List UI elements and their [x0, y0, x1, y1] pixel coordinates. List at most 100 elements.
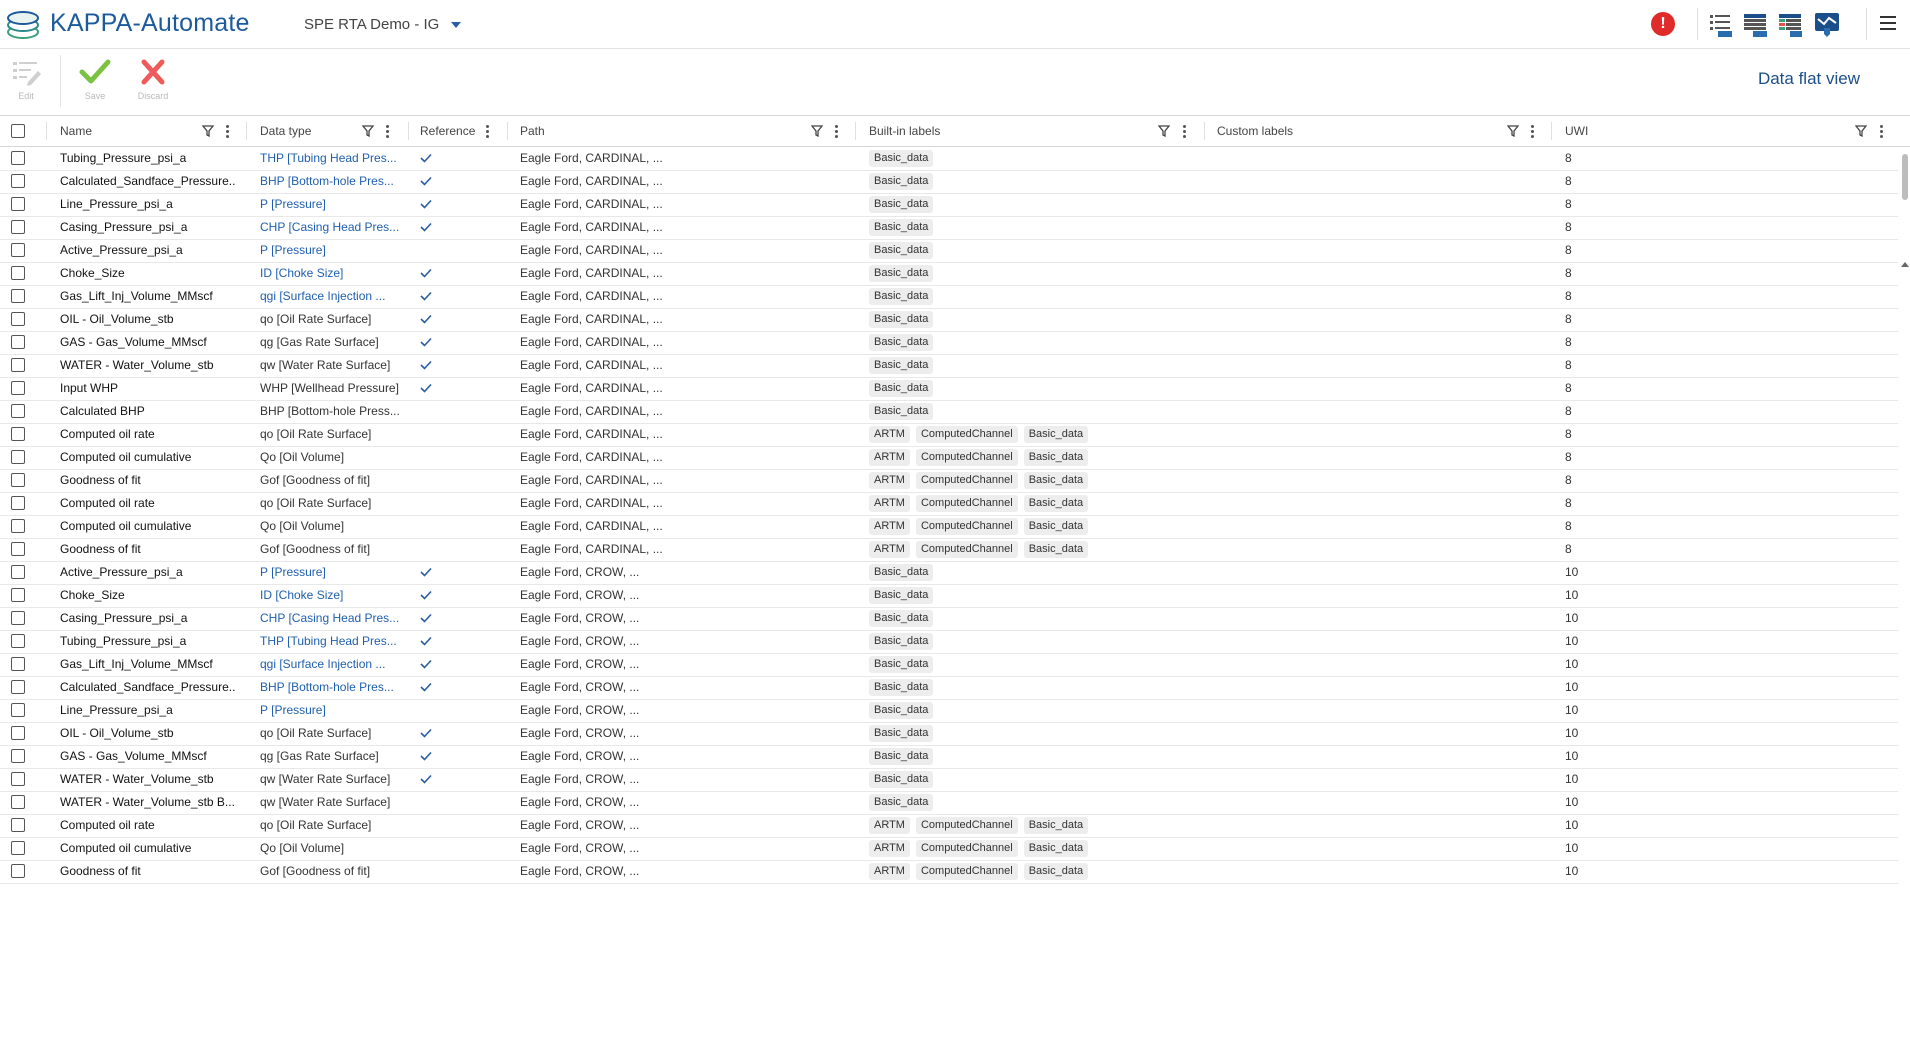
- table-row[interactable]: Computed oil cumulative Qo [Oil Volume] Ea…: [0, 515, 1898, 539]
- table-row[interactable]: Casing_Pressure_psi_a CHP [Casing Head Pr…: [0, 216, 1898, 240]
- row-checkbox[interactable]: [11, 197, 25, 211]
- row-checkbox[interactable]: [11, 289, 25, 303]
- save-button[interactable]: Save: [73, 57, 117, 101]
- row-checkbox[interactable]: [11, 703, 25, 717]
- row-checkbox[interactable]: [11, 657, 25, 671]
- filter-icon[interactable]: [1158, 125, 1170, 137]
- column-header-reference[interactable]: Reference: [420, 116, 475, 146]
- table-row[interactable]: Calculated BHP BHP [Bottom-hole Press... E…: [0, 400, 1898, 424]
- table-row[interactable]: Computed oil rate qo [Oil Rate Surface] Ea…: [0, 492, 1898, 516]
- check-icon: [420, 590, 432, 600]
- alert-icon[interactable]: !: [1651, 12, 1675, 36]
- row-checkbox[interactable]: [11, 496, 25, 510]
- row-checkbox[interactable]: [11, 841, 25, 855]
- table-row[interactable]: Calculated_Sandface_Pressure... BHP [Bott…: [0, 676, 1898, 700]
- row-checkbox[interactable]: [11, 243, 25, 257]
- row-checkbox[interactable]: [11, 450, 25, 464]
- row-checkbox[interactable]: [11, 634, 25, 648]
- table-row[interactable]: Computed oil rate qo [Oil Rate Surface] Ea…: [0, 814, 1898, 838]
- table-row[interactable]: Tubing_Pressure_psi_a THP [Tubing Head Pr…: [0, 147, 1898, 171]
- column-menu-icon[interactable]: [1531, 125, 1535, 138]
- row-checkbox[interactable]: [11, 220, 25, 234]
- table-row[interactable]: Computed oil cumulative Qo [Oil Volume] Ea…: [0, 837, 1898, 861]
- row-checkbox[interactable]: [11, 818, 25, 832]
- row-checkbox[interactable]: [11, 358, 25, 372]
- row-checkbox[interactable]: [11, 266, 25, 280]
- table-row[interactable]: Choke_Size ID [Choke Size] Eagle Ford, CRO…: [0, 584, 1898, 608]
- column-menu-icon[interactable]: [386, 125, 390, 138]
- row-checkbox[interactable]: [11, 174, 25, 188]
- table-row[interactable]: Gas_Lift_Inj_Volume_MMscf qgi [Surface In…: [0, 653, 1898, 677]
- row-checkbox[interactable]: [11, 749, 25, 763]
- table-row[interactable]: WATER - Water_Volume_stb qw [Water Rate S…: [0, 768, 1898, 792]
- select-all-checkbox[interactable]: [11, 124, 25, 138]
- menu-icon[interactable]: [1880, 16, 1896, 30]
- column-header-data-type[interactable]: Data type: [260, 116, 311, 146]
- row-checkbox[interactable]: [11, 680, 25, 694]
- column-menu-icon[interactable]: [1183, 125, 1187, 138]
- data-shield-icon[interactable]: [1814, 10, 1840, 38]
- table-row[interactable]: Computed oil rate qo [Oil Rate Surface] Ea…: [0, 423, 1898, 447]
- row-checkbox[interactable]: [11, 404, 25, 418]
- row-checkbox[interactable]: [11, 726, 25, 740]
- table-row[interactable]: Goodness of fit Gof [Goodness of fit] Eagl…: [0, 469, 1898, 493]
- row-checkbox[interactable]: [11, 772, 25, 786]
- column-menu-icon[interactable]: [835, 125, 839, 138]
- list-view-icon[interactable]: [1708, 10, 1734, 38]
- column-header-uwi[interactable]: UWI: [1565, 116, 1588, 146]
- discard-button[interactable]: Discard: [131, 57, 175, 101]
- table-row[interactable]: WATER - Water_Volume_stb B... qw [Water R…: [0, 791, 1898, 815]
- brand-title[interactable]: KAPPA-Automate: [50, 9, 250, 38]
- table-row[interactable]: Line_Pressure_psi_a P [Pressure] Eagle For…: [0, 699, 1898, 723]
- row-checkbox[interactable]: [11, 542, 25, 556]
- table-row[interactable]: Calculated_Sandface_Pressure... BHP [Bott…: [0, 170, 1898, 194]
- table-row[interactable]: OIL - Oil_Volume_stb qo [Oil Rate Surface…: [0, 722, 1898, 746]
- table-row[interactable]: OIL - Oil_Volume_stb qo [Oil Rate Surface…: [0, 308, 1898, 332]
- table-row[interactable]: Line_Pressure_psi_a P [Pressure] Eagle For…: [0, 193, 1898, 217]
- row-checkbox[interactable]: [11, 381, 25, 395]
- row-checkbox[interactable]: [11, 335, 25, 349]
- table-row[interactable]: Tubing_Pressure_psi_a THP [Tubing Head Pr…: [0, 630, 1898, 654]
- column-menu-icon[interactable]: [486, 125, 490, 138]
- grid-view-icon[interactable]: [1778, 10, 1804, 38]
- filter-icon[interactable]: [811, 125, 823, 137]
- row-checkbox[interactable]: [11, 864, 25, 878]
- table-row[interactable]: Goodness of fit Gof [Goodness of fit] Eagl…: [0, 538, 1898, 562]
- column-menu-icon[interactable]: [226, 125, 230, 138]
- row-checkbox[interactable]: [11, 151, 25, 165]
- column-header-custom-labels[interactable]: Custom labels: [1217, 116, 1293, 146]
- scroll-up-arrow-icon[interactable]: [1901, 262, 1909, 267]
- column-menu-icon[interactable]: [1880, 125, 1884, 138]
- edit-button[interactable]: Edit: [4, 57, 48, 101]
- table-row[interactable]: Active_Pressure_psi_a P [Pressure] Eagle F…: [0, 561, 1898, 585]
- row-checkbox[interactable]: [11, 519, 25, 533]
- project-selector[interactable]: SPE RTA Demo - IG: [304, 16, 462, 33]
- table-row[interactable]: Input WHP WHP [Wellhead Pressure] Eagle Fo…: [0, 377, 1898, 401]
- column-header-name[interactable]: Name: [60, 116, 92, 146]
- row-checkbox[interactable]: [11, 427, 25, 441]
- table-row[interactable]: GAS - Gas_Volume_MMscf qg [Gas Rate Surfa…: [0, 331, 1898, 355]
- filter-icon[interactable]: [362, 125, 374, 137]
- filter-icon[interactable]: [202, 125, 214, 137]
- table-row[interactable]: Choke_Size ID [Choke Size] Eagle Ford, CAR…: [0, 262, 1898, 286]
- filter-icon[interactable]: [1507, 125, 1519, 137]
- filter-icon[interactable]: [1855, 125, 1867, 137]
- row-checkbox[interactable]: [11, 588, 25, 602]
- column-header-path[interactable]: Path: [520, 116, 545, 146]
- row-checkbox[interactable]: [11, 473, 25, 487]
- table-row[interactable]: Active_Pressure_psi_a P [Pressure] Eagle F…: [0, 239, 1898, 263]
- column-header-builtin-labels[interactable]: Built-in labels: [869, 116, 940, 146]
- table-row[interactable]: Gas_Lift_Inj_Volume_MMscf qgi [Surface In…: [0, 285, 1898, 309]
- table-view-icon[interactable]: [1743, 10, 1769, 38]
- table-row[interactable]: WATER - Water_Volume_stb qw [Water Rate S…: [0, 354, 1898, 378]
- table-row[interactable]: Casing_Pressure_psi_a CHP [Casing Head Pr…: [0, 607, 1898, 631]
- table-row[interactable]: Goodness of fit Gof [Goodness of fit] Eagl…: [0, 860, 1898, 884]
- row-checkbox[interactable]: [11, 795, 25, 809]
- vertical-scrollbar[interactable]: [1902, 154, 1908, 200]
- cell-builtin-labels: Basic_data: [869, 699, 1209, 722]
- row-checkbox[interactable]: [11, 611, 25, 625]
- table-row[interactable]: Computed oil cumulative Qo [Oil Volume] Ea…: [0, 446, 1898, 470]
- table-row[interactable]: GAS - Gas_Volume_MMscf qg [Gas Rate Surfa…: [0, 745, 1898, 769]
- row-checkbox[interactable]: [11, 565, 25, 579]
- row-checkbox[interactable]: [11, 312, 25, 326]
